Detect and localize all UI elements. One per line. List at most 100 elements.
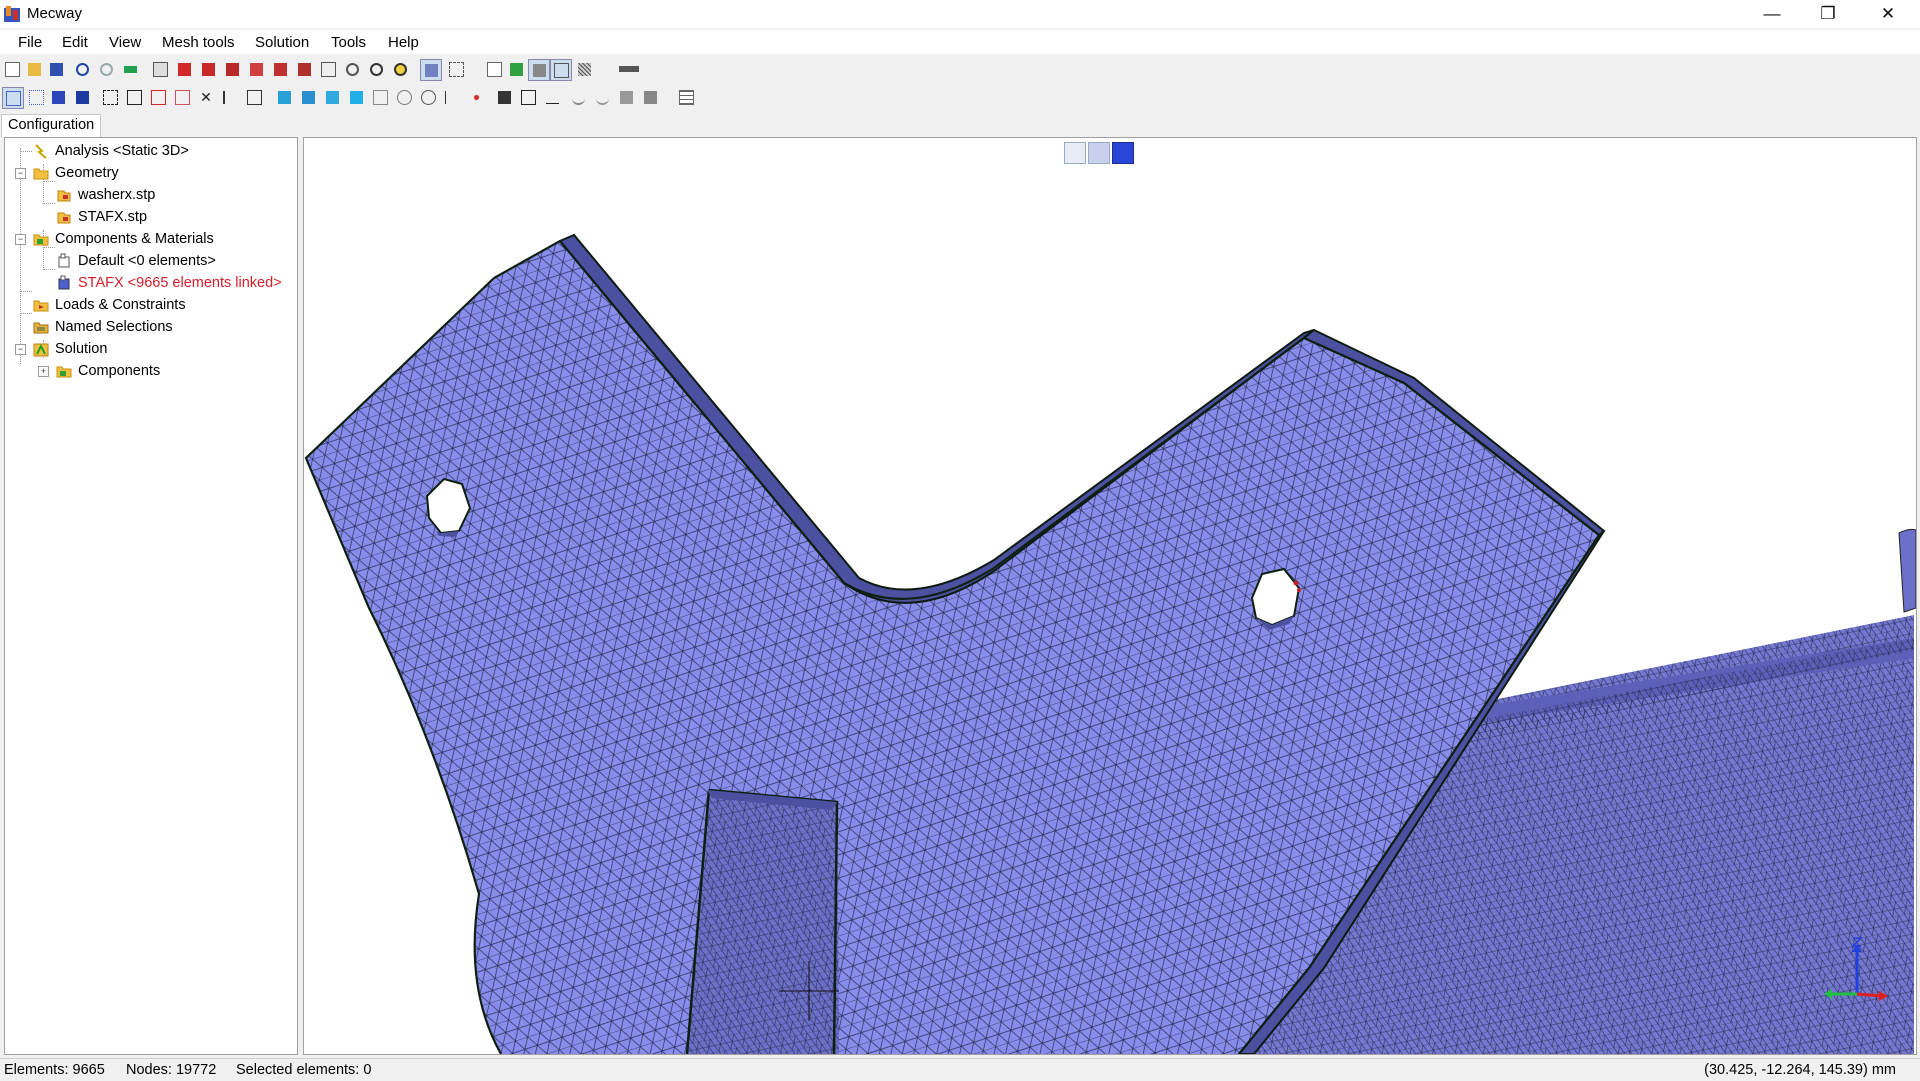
shell-icon[interactable] bbox=[568, 87, 588, 107]
toolbar-mesh: ✕ bbox=[0, 84, 710, 110]
rotate-icon[interactable] bbox=[366, 59, 386, 79]
tree-connector bbox=[43, 247, 55, 248]
tab-strip: Configuration bbox=[0, 112, 300, 137]
expand-solution-components-toggle[interactable]: + bbox=[38, 366, 49, 377]
triangle-icon[interactable] bbox=[542, 87, 562, 107]
mesh-lines-icon[interactable] bbox=[574, 59, 594, 79]
save-icon[interactable] bbox=[46, 59, 66, 79]
configuration-tree: Analysis <Static 3D> − Geometry washerx.… bbox=[4, 137, 298, 1055]
branch-icon[interactable] bbox=[442, 87, 462, 107]
bottom-view-icon[interactable] bbox=[294, 59, 314, 79]
menu-view[interactable]: View bbox=[109, 34, 141, 51]
mesh-render bbox=[304, 233, 1916, 1054]
shell-thick-icon[interactable] bbox=[592, 87, 612, 107]
solution-icon bbox=[33, 343, 49, 357]
menu-help[interactable]: Help bbox=[388, 34, 419, 51]
menu-mesh-tools[interactable]: Mesh tools bbox=[162, 34, 235, 51]
mecway-app-icon bbox=[4, 6, 20, 22]
tree-connector bbox=[20, 148, 21, 364]
status-coordinates: (30.425, -12.264, 145.39) mm bbox=[1704, 1062, 1896, 1078]
tree-connector bbox=[43, 203, 55, 204]
view-mode-outline-icon[interactable] bbox=[1064, 142, 1086, 164]
point-icon[interactable] bbox=[466, 87, 486, 107]
view-mode-solid-icon[interactable] bbox=[1088, 142, 1110, 164]
component-linked-icon bbox=[58, 275, 70, 290]
left-view-icon[interactable] bbox=[246, 59, 266, 79]
extrude-icon[interactable] bbox=[244, 87, 264, 107]
loads-folder-icon bbox=[33, 300, 49, 312]
minimize-button[interactable]: — bbox=[1744, 0, 1800, 28]
tab-configuration[interactable]: Configuration bbox=[1, 114, 102, 137]
restore-button[interactable]: ❐ bbox=[1800, 0, 1856, 28]
hide-icon[interactable] bbox=[484, 59, 504, 79]
node-icon[interactable] bbox=[124, 87, 144, 107]
status-nodes: Nodes: 19772 bbox=[126, 1062, 217, 1078]
mirror-icon[interactable] bbox=[322, 87, 342, 107]
wireframe-icon[interactable] bbox=[550, 59, 572, 81]
select-edges-icon[interactable] bbox=[72, 87, 92, 107]
view-mode-shaded-icon[interactable] bbox=[1112, 142, 1134, 164]
view-mode-buttons bbox=[1064, 142, 1134, 164]
iso-view-icon[interactable] bbox=[150, 59, 170, 79]
undo-icon[interactable] bbox=[72, 59, 92, 79]
select-elements-icon[interactable] bbox=[2, 87, 24, 109]
solid-icon[interactable] bbox=[616, 87, 636, 107]
equals-icon[interactable] bbox=[120, 59, 140, 79]
menu-file[interactable]: File bbox=[18, 34, 42, 51]
selection-filter-icon[interactable] bbox=[446, 59, 466, 79]
tree-connector bbox=[20, 291, 32, 292]
shaded-icon[interactable] bbox=[506, 59, 526, 79]
components-folder-icon bbox=[33, 234, 49, 246]
status-bar: Elements: 9665 Nodes: 19772 Selected ele… bbox=[0, 1058, 1920, 1081]
table-icon[interactable] bbox=[676, 87, 696, 107]
cube-outline-icon[interactable] bbox=[172, 87, 192, 107]
title-bar: Mecway — ❐ ✕ bbox=[0, 0, 1920, 28]
menu-tools[interactable]: Tools bbox=[331, 34, 366, 51]
named-selections-icon bbox=[33, 322, 49, 334]
slider-handle-icon[interactable] bbox=[618, 59, 640, 79]
menu-edit[interactable]: Edit bbox=[62, 34, 88, 51]
top-view-icon[interactable] bbox=[270, 59, 290, 79]
select-mode-icon[interactable] bbox=[420, 59, 442, 81]
menu-solution[interactable]: Solution bbox=[255, 34, 309, 51]
status-elements: Elements: 9665 bbox=[4, 1062, 105, 1078]
zoom-icon[interactable] bbox=[342, 59, 362, 79]
select-nodes-icon[interactable] bbox=[26, 87, 46, 107]
explode-icon[interactable] bbox=[100, 87, 120, 107]
collapse-solution-toggle[interactable]: − bbox=[15, 344, 26, 355]
red-node-marker bbox=[1293, 580, 1299, 586]
3d-viewport[interactable] bbox=[303, 137, 1917, 1055]
step-file-icon bbox=[57, 212, 71, 224]
step-file-icon bbox=[57, 190, 71, 202]
convert-icon[interactable] bbox=[640, 87, 660, 107]
shaded-edges-icon[interactable] bbox=[528, 59, 550, 81]
collapse-components-toggle[interactable]: − bbox=[15, 234, 26, 245]
open-folder-icon[interactable] bbox=[24, 59, 44, 79]
scale-icon[interactable] bbox=[346, 87, 366, 107]
analysis-icon bbox=[35, 144, 47, 159]
component-icon bbox=[58, 253, 70, 268]
tree-connector bbox=[20, 313, 32, 314]
zoom-fit-icon[interactable] bbox=[318, 59, 338, 79]
delete-icon[interactable]: ✕ bbox=[196, 87, 216, 107]
front-view-icon[interactable] bbox=[174, 59, 194, 79]
close-button[interactable]: ✕ bbox=[1860, 0, 1916, 28]
right-view-icon[interactable] bbox=[222, 59, 242, 79]
window-title: Mecway bbox=[27, 5, 83, 22]
sweep-icon[interactable] bbox=[394, 87, 414, 107]
collapse-geometry-toggle[interactable]: − bbox=[15, 168, 26, 179]
split-icon[interactable] bbox=[220, 87, 240, 107]
bend-icon[interactable] bbox=[418, 87, 438, 107]
rotate-elements-icon[interactable] bbox=[298, 87, 318, 107]
back-view-icon[interactable] bbox=[198, 59, 218, 79]
revolve-icon[interactable] bbox=[370, 87, 390, 107]
triangle-mesh-icon[interactable] bbox=[518, 87, 538, 107]
select-faces-icon[interactable] bbox=[48, 87, 68, 107]
move-icon[interactable] bbox=[274, 87, 294, 107]
new-file-icon[interactable] bbox=[2, 59, 22, 79]
zoom-window-icon[interactable] bbox=[390, 59, 410, 79]
status-selected: Selected elements: 0 bbox=[236, 1062, 372, 1078]
redo-icon[interactable] bbox=[96, 59, 116, 79]
refine-icon[interactable] bbox=[494, 87, 514, 107]
rectangle-icon[interactable] bbox=[148, 87, 168, 107]
